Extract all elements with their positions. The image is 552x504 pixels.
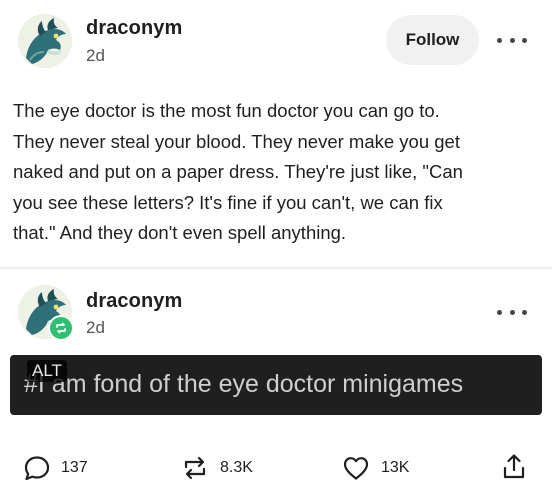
dot bbox=[509, 309, 515, 315]
dot bbox=[497, 37, 502, 43]
post-username[interactable]: draconym bbox=[86, 17, 182, 40]
like-button[interactable]: 13K bbox=[341, 454, 409, 482]
post-image[interactable]: #I am fond of the eye doctor minigames A… bbox=[10, 355, 542, 415]
more-options-icon[interactable] bbox=[497, 302, 527, 322]
reblog-badge-icon bbox=[48, 315, 74, 341]
image-caption-text: #I am fond of the eye doctor minigames bbox=[24, 370, 464, 398]
heart-icon bbox=[343, 457, 369, 480]
more-options-icon[interactable] bbox=[497, 30, 527, 50]
reblog-timestamp: 2d bbox=[86, 318, 105, 337]
follow-button[interactable]: Follow bbox=[386, 15, 479, 65]
dot bbox=[522, 37, 527, 43]
share-button[interactable] bbox=[500, 452, 528, 482]
post-text-line: you see these letters? It's fine if you … bbox=[13, 191, 443, 213]
post-divider bbox=[0, 267, 552, 269]
reblog-button[interactable]: 8.3K bbox=[180, 454, 253, 482]
reblog-icon bbox=[56, 322, 66, 334]
reblog-username[interactable]: draconym bbox=[86, 290, 182, 313]
original-post: draconym 2d Follow The eye doctor is the… bbox=[0, 0, 552, 268]
post-text-line: The eye doctor is the most fun doctor yo… bbox=[13, 100, 440, 121]
like-count: 13K bbox=[381, 459, 410, 476]
dragon-avatar-icon bbox=[18, 14, 72, 68]
speech-bubble-icon bbox=[24, 456, 50, 481]
reblog-icon bbox=[184, 456, 206, 480]
alt-text-badge[interactable]: ALT bbox=[27, 360, 67, 382]
post-actions-bar: 137 8.3K 13K bbox=[0, 448, 552, 488]
avatar[interactable] bbox=[18, 14, 72, 68]
share-icon bbox=[503, 454, 525, 479]
post-body: The eye doctor is the most fun doctor yo… bbox=[13, 96, 538, 249]
post-text-line: naked and put on a paper dress. They're … bbox=[13, 161, 463, 183]
post-text-line: They never steal your blood. They never … bbox=[13, 130, 460, 152]
reply-button[interactable]: 137 bbox=[23, 454, 88, 482]
dot bbox=[522, 309, 527, 315]
post-timestamp: 2d bbox=[86, 46, 105, 65]
dot bbox=[497, 309, 502, 315]
post-text-line: that." And they don't even spell anythin… bbox=[13, 222, 347, 244]
reblog-count: 8.3K bbox=[220, 459, 253, 476]
reply-count: 137 bbox=[61, 459, 88, 476]
dot bbox=[509, 37, 515, 43]
